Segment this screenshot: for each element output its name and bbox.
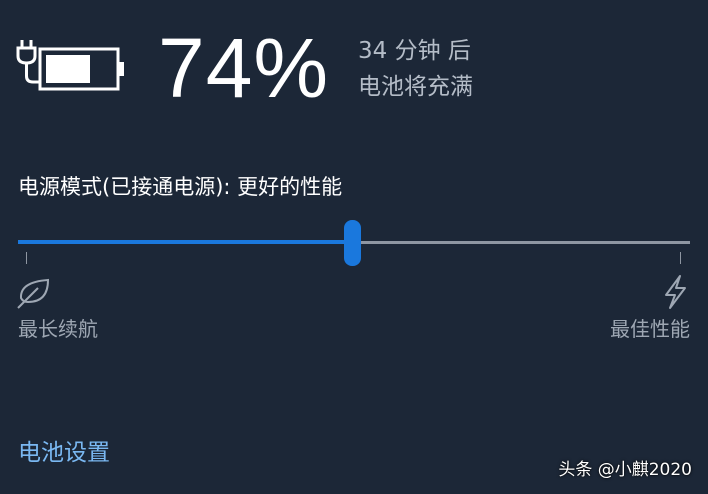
leaf-icon (16, 276, 52, 310)
slider-track-active[interactable] (18, 240, 353, 244)
slider-thumb[interactable] (344, 220, 361, 266)
slider-tick-min (26, 252, 27, 264)
slider-tick-max (680, 252, 681, 264)
lightning-bolt-icon (658, 274, 692, 310)
slider-track-inactive[interactable] (353, 241, 690, 244)
power-mode-label: 电源模式(已接通电源): 更好的性能 (18, 175, 343, 199)
battery-settings-link[interactable]: 电池设置 (18, 436, 110, 470)
best-performance-label: 最佳性能 (610, 317, 690, 341)
charge-time-remaining: 34 分钟 后 (358, 38, 471, 64)
battery-percentage: 74% (158, 21, 330, 115)
battery-charging-icon (16, 36, 128, 98)
watermark: 头条 @小麒2020 (558, 460, 692, 480)
charge-status-text: 电池将充满 (358, 74, 473, 100)
power-mode-slider[interactable] (18, 218, 690, 268)
best-battery-label: 最长续航 (18, 317, 98, 341)
